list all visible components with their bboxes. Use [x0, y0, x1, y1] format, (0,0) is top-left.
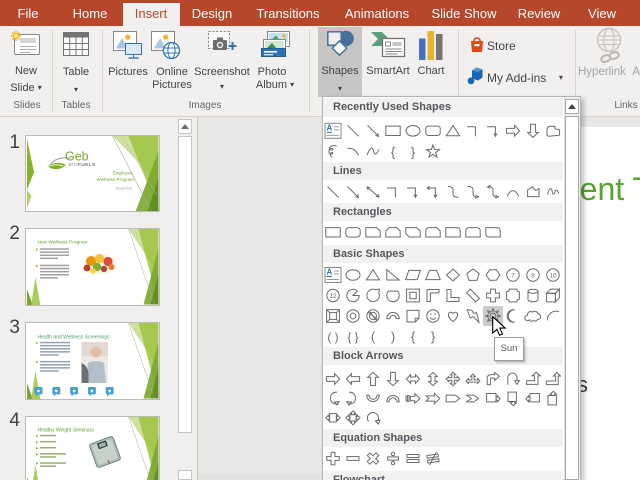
svg-text:Wellness Program: Wellness Program	[97, 177, 135, 182]
svg-text:{ }: { }	[347, 330, 358, 344]
svg-text:A: A	[327, 268, 333, 277]
svg-text:Health and Wellness Screenings: Health and Wellness Screenings	[38, 334, 111, 340]
svg-text:}: }	[431, 329, 436, 344]
svg-text:Employee: Employee	[113, 170, 134, 175]
svg-text:New Wellness Program: New Wellness Program	[38, 240, 88, 246]
svg-text:{: {	[391, 144, 396, 159]
svg-text:(: (	[371, 329, 376, 344]
svg-text:Susan Pratt: Susan Pratt	[115, 186, 132, 190]
svg-text:A: A	[327, 123, 333, 132]
svg-text:): )	[391, 329, 395, 344]
svg-text:Healthy Weight Seminars: Healthy Weight Seminars	[38, 427, 95, 433]
svg-text:Geb: Geb	[65, 149, 89, 163]
svg-text:BIOFUELS: BIOFUELS	[69, 162, 97, 168]
svg-text:10: 10	[549, 272, 557, 279]
svg-text:{: {	[411, 329, 416, 344]
svg-text:7: 7	[511, 272, 515, 279]
svg-text:}: }	[411, 144, 416, 159]
svg-text:( ): ( )	[327, 330, 338, 344]
svg-text:12: 12	[329, 293, 337, 300]
svg-text:8: 8	[531, 272, 535, 279]
